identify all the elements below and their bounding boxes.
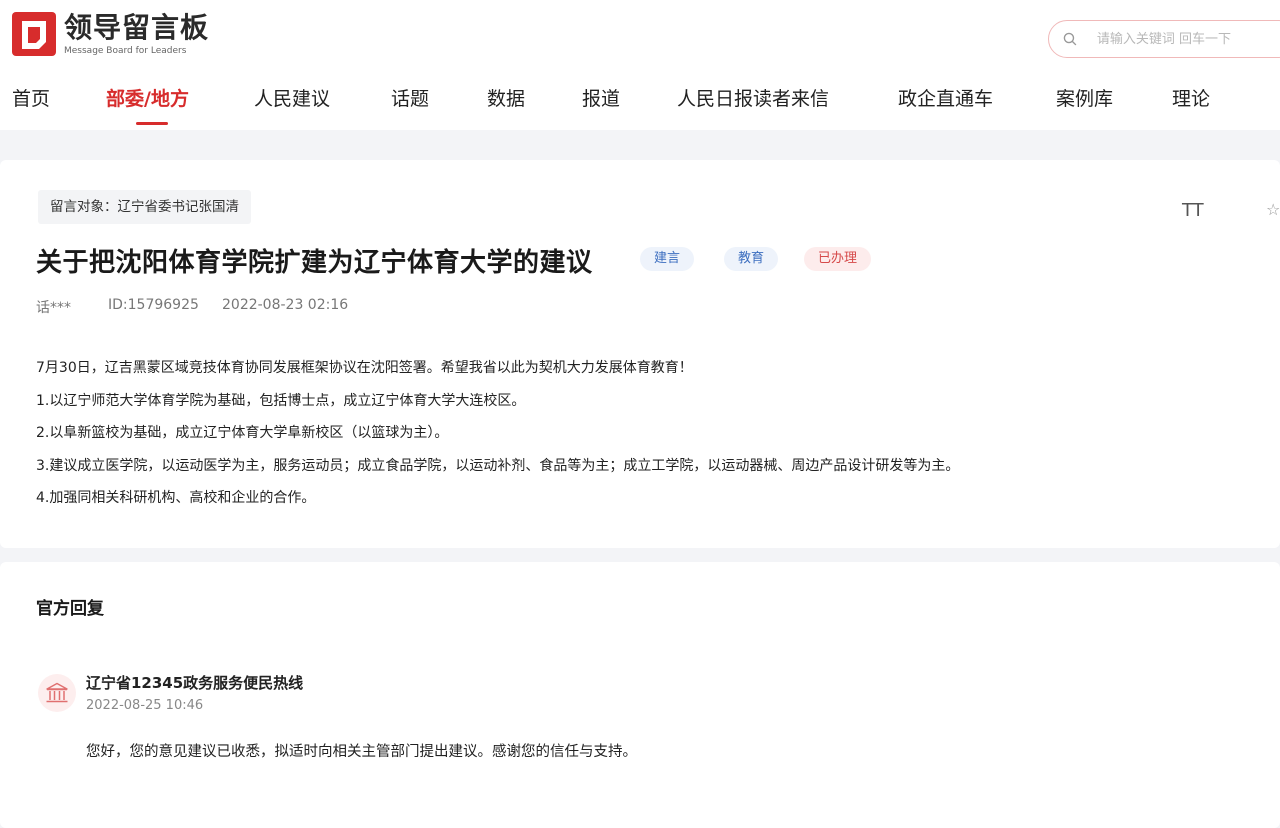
site-logo[interactable]: 领导留言板 Message Board for Leaders — [12, 12, 209, 57]
site-header: 领导留言板 Message Board for Leaders 首页 部委/地方… — [0, 0, 1280, 130]
logo-title: 领导留言板 — [64, 11, 210, 44]
message-id: ID:15796925 — [108, 297, 199, 313]
message-paragraph: 7月30日，辽吉黑蒙区域竞技体育协同发展框架协议在沈阳签署。希望我省以此为契机大… — [36, 360, 693, 376]
status-badge: 已办理 — [804, 247, 872, 271]
nav-active-indicator — [136, 122, 168, 125]
nav-item-topics[interactable]: 话题 — [391, 84, 429, 111]
tag-badge: 教育 — [724, 247, 779, 271]
reply-content: 您好，您的意见建议已收悉，拟适时向相关主管部门提出建议。感谢您的信任与支持。 — [86, 744, 637, 760]
nav-item-case-library[interactable]: 案例库 — [1056, 84, 1113, 111]
message-paragraph: 3.建议成立医学院，以运动医学为主，服务运动员；成立食品学院，以运动补剂、食品等… — [36, 457, 960, 474]
message-target: 留言对象：辽宁省委书记张国清 — [38, 190, 251, 224]
star-icon[interactable]: ☆ — [1266, 200, 1280, 219]
nav-item-data[interactable]: 数据 — [487, 84, 525, 111]
search-input[interactable] — [1094, 30, 1280, 48]
message-paragraph: 4.加强同相关科研机构、高校和企业的合作。 — [36, 490, 316, 506]
nav-item-theory[interactable]: 理论 — [1172, 84, 1210, 111]
nav-item-ministries-localities[interactable]: 部委/地方 — [106, 84, 189, 111]
main-nav: 首页 部委/地方 人民建议 话题 数据 报道 人民日报读者来信 政企直通车 案例… — [0, 84, 1280, 130]
reply-organization: 辽宁省12345政务服务便民热线 — [86, 674, 304, 692]
nav-item-people-suggestions[interactable]: 人民建议 — [254, 84, 330, 111]
government-building-icon — [46, 682, 68, 703]
logo-subtitle: Message Board for Leaders — [64, 46, 187, 56]
search-box[interactable] — [1048, 20, 1280, 58]
message-title: 关于把沈阳体育学院扩建为辽宁体育大学的建议 — [36, 248, 593, 278]
nav-item-reader-letters[interactable]: 人民日报读者来信 — [677, 84, 829, 111]
reply-card: 官方回复 辽宁省12345政务服务便民热线 2022-08-25 10:46 您… — [0, 562, 1280, 828]
nav-item-reports[interactable]: 报道 — [582, 84, 620, 111]
logo-text: 领导留言板 Message Board for Leaders — [64, 12, 209, 57]
tag-badge: 建言 — [640, 247, 695, 271]
message-paragraph: 2.以阜新篮校为基础，成立辽宁体育大学阜新校区（以篮球为主）。 — [36, 425, 449, 441]
reply-heading: 官方回复 — [36, 599, 104, 619]
search-icon[interactable] — [1063, 32, 1077, 46]
nav-item-enterprise-channel[interactable]: 政企直通车 — [898, 84, 993, 111]
nav-item-home[interactable]: 首页 — [12, 84, 50, 111]
font-size-icon[interactable]: TT — [1182, 200, 1204, 221]
message-datetime: 2022-08-23 02:16 — [222, 297, 349, 313]
message-author: 话*** — [36, 300, 71, 316]
reply-avatar — [38, 674, 76, 712]
logo-mark-icon — [12, 12, 56, 56]
message-paragraph: 1.以辽宁师范大学体育学院为基础，包括博士点，成立辽宁体育大学大连校区。 — [36, 392, 526, 409]
message-card: 留言对象：辽宁省委书记张国清 TT ☆ 关于把沈阳体育学院扩建为辽宁体育大学的建… — [0, 160, 1280, 548]
reply-datetime: 2022-08-25 10:46 — [86, 698, 204, 713]
message-body: 7月30日，辽吉黑蒙区域竞技体育协同发展框架协议在沈阳签署。希望我省以此为契机大… — [36, 352, 1236, 515]
